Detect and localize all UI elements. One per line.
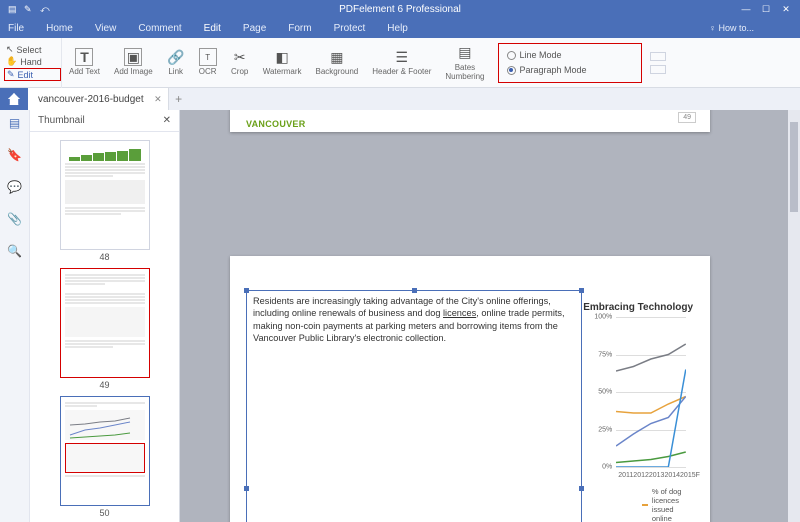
paragraph-mode-radio[interactable]: Paragraph Mode — [507, 65, 587, 75]
header-footer-icon: ☰ — [393, 48, 411, 66]
search-icon[interactable]: 🔍 — [7, 244, 22, 258]
thumbnail-49[interactable]: 49 — [60, 268, 150, 390]
select-mode[interactable]: ↖Select — [6, 44, 61, 55]
add-text-button[interactable]: TAdd Text — [62, 38, 107, 88]
menu-protect[interactable]: Protect — [334, 23, 366, 34]
chart-title: Embracing Technology — [582, 302, 694, 313]
edit-mode-group: Line Mode Paragraph Mode — [498, 43, 642, 83]
comments-icon[interactable]: 💬 — [7, 180, 22, 194]
thumbnail-title: Thumbnail — [38, 115, 85, 126]
list-style-2[interactable] — [650, 65, 666, 74]
watermark-button[interactable]: ◧Watermark — [256, 38, 309, 88]
close-panel-icon[interactable]: ✕ — [163, 115, 171, 126]
app-title: PDFelement 6 Professional — [339, 4, 461, 15]
thumbnail-header: Thumbnail ✕ — [30, 110, 179, 132]
background-button[interactable]: ▦Background — [309, 38, 366, 88]
crop-button[interactable]: ✂Crop — [224, 38, 256, 88]
page-49: Residents are increasingly taking advant… — [230, 256, 710, 522]
watermark-icon: ◧ — [273, 48, 291, 66]
paragraph-text: Residents are increasingly taking advant… — [253, 296, 565, 343]
page-number: 49 — [678, 112, 696, 123]
thumbnail-panel: Thumbnail ✕ 48 — [30, 110, 180, 522]
text-icon: T — [75, 48, 93, 66]
background-icon: ▦ — [328, 48, 346, 66]
list-style-group — [650, 48, 666, 78]
menu-view[interactable]: View — [95, 23, 117, 34]
crop-icon: ✂ — [231, 48, 249, 66]
ql-icon-2[interactable]: ✎ — [24, 4, 34, 14]
scrollbar-handle[interactable] — [790, 122, 798, 212]
ribbon-toolbar: ↖Select ✋Hand ✎Edit TAdd Text ▣Add Image… — [0, 38, 800, 88]
ocr-icon: T — [199, 48, 217, 66]
attachments-icon[interactable]: 📎 — [7, 212, 22, 226]
add-image-button[interactable]: ▣Add Image — [107, 38, 160, 88]
bookmarks-icon[interactable]: 🔖 — [7, 148, 22, 162]
radio-icon — [507, 51, 516, 60]
tab-label: vancouver-2016-budget — [38, 94, 144, 105]
menu-home[interactable]: Home — [46, 23, 73, 34]
how-to-link[interactable]: ♀ How to... — [709, 23, 754, 33]
home-tab[interactable] — [0, 88, 28, 110]
chart-legend: % of dog licences issued online% of busi… — [642, 487, 694, 522]
menu-bar: File Home View Comment Edit Page Form Pr… — [0, 18, 800, 38]
header-footer-button[interactable]: ☰Header & Footer — [365, 38, 438, 88]
document-tabstrip: vancouver-2016-budget ✕ + — [0, 88, 800, 110]
menu-comment[interactable]: Comment — [138, 23, 181, 34]
cursor-icon: ↖ — [6, 44, 14, 55]
menu-edit[interactable]: Edit — [204, 23, 221, 34]
window-controls: — ☐ ✕ — [740, 4, 800, 15]
page-stack: VANCOUVER 49 Residents are increasingly … — [230, 110, 710, 522]
selected-paragraph[interactable]: Residents are increasingly taking advant… — [246, 290, 582, 522]
maximize-button[interactable]: ☐ — [760, 4, 772, 15]
image-icon: ▣ — [124, 48, 142, 66]
add-tab-button[interactable]: + — [169, 92, 189, 106]
line-mode-radio[interactable]: Line Mode — [507, 50, 587, 60]
menu-form[interactable]: Form — [288, 23, 311, 34]
link-icon: 🔗 — [167, 48, 185, 66]
close-button[interactable]: ✕ — [780, 4, 792, 15]
ocr-button[interactable]: TOCR — [192, 38, 224, 88]
vertical-scrollbar[interactable] — [788, 110, 800, 522]
selection-mode-group: ↖Select ✋Hand ✎Edit — [0, 38, 62, 88]
document-tab[interactable]: vancouver-2016-budget ✕ — [28, 88, 169, 110]
bates-icon: ▤ — [456, 44, 474, 62]
side-iconrail: ▤ 🔖 💬 📎 🔍 — [0, 110, 30, 522]
thumbnail-48[interactable]: 48 — [60, 140, 150, 262]
home-icon — [8, 93, 20, 105]
chart-plot: 100% 75% 50% 25% 0% 2011 2012 2013 2014 … — [616, 317, 686, 467]
quick-launch: ▤ ✎ ⤺ — [0, 4, 50, 14]
thumbnails-icon[interactable]: ▤ — [9, 116, 20, 130]
edit-icon: ✎ — [7, 69, 15, 80]
menu-help[interactable]: Help — [387, 23, 408, 34]
document-viewport[interactable]: VANCOUVER 49 Residents are increasingly … — [180, 110, 800, 522]
ql-icon-1[interactable]: ▤ — [8, 4, 18, 14]
hand-mode[interactable]: ✋Hand — [6, 56, 61, 67]
bates-numbering-button[interactable]: ▤Bates Numbering — [438, 38, 491, 88]
menu-page[interactable]: Page — [243, 23, 266, 34]
radio-icon — [507, 66, 516, 75]
chart-embracing-technology: Embracing Technology 100% 75% 50% 25% 0%… — [582, 302, 694, 522]
close-tab-icon[interactable]: ✕ — [154, 94, 162, 105]
edit-mode[interactable]: ✎Edit — [4, 68, 61, 81]
chart-xaxis: 2011 2012 2013 2014 2015F — [616, 472, 686, 479]
chart-lines — [616, 317, 686, 467]
main-area: ▤ 🔖 💬 📎 🔍 Thumbnail ✕ 48 — [0, 110, 800, 522]
ql-icon-3[interactable]: ⤺ — [40, 4, 50, 14]
thumbnail-list[interactable]: 48 49 — [30, 132, 179, 522]
title-bar: ▤ ✎ ⤺ PDFelement 6 Professional — ☐ ✕ — [0, 0, 800, 18]
list-style-1[interactable] — [650, 52, 666, 61]
brand-logo: VANCOUVER — [246, 119, 306, 129]
menu-file[interactable]: File — [8, 23, 24, 34]
link-button[interactable]: 🔗Link — [160, 38, 192, 88]
minimize-button[interactable]: — — [740, 4, 752, 15]
thumbnail-50[interactable]: 50 — [60, 396, 150, 518]
hand-icon: ✋ — [6, 56, 17, 67]
page-48-tail: VANCOUVER 49 — [230, 110, 710, 132]
